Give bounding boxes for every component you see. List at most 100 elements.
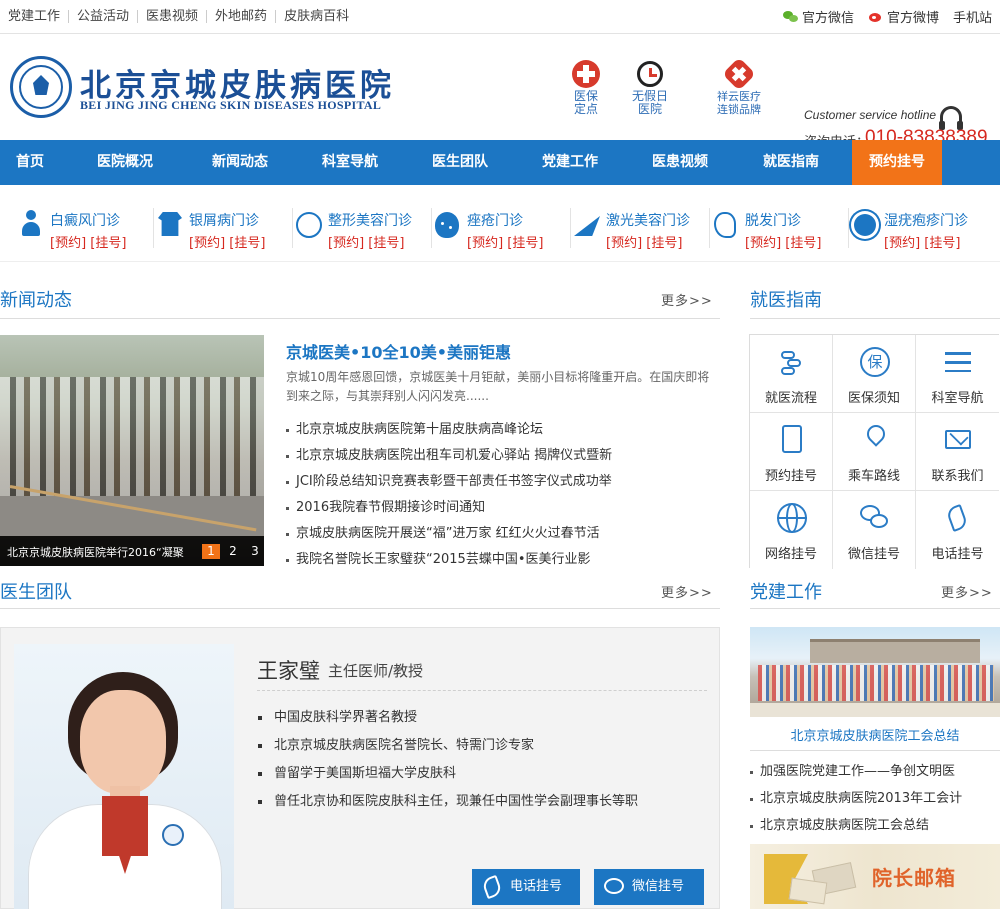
- dept-register-link[interactable]: [挂号]: [646, 236, 682, 251]
- dept-name[interactable]: 湿疣疱疹门诊: [884, 210, 968, 230]
- dept-register-link[interactable]: [挂号]: [368, 236, 404, 251]
- dept-book-link[interactable]: [预约]: [189, 236, 225, 251]
- party-item[interactable]: 北京京城皮肤病医院2013年工会计: [750, 785, 962, 812]
- news-item[interactable]: 京城皮肤病医院开展送“福”进万家 红红火火过春节活: [286, 521, 720, 547]
- dept-name[interactable]: 白癜风门诊: [50, 210, 120, 230]
- dept-book-link[interactable]: [预约]: [606, 236, 642, 251]
- dept-name[interactable]: 整形美容门诊: [328, 210, 412, 230]
- guide-route[interactable]: 乘车路线: [833, 413, 916, 491]
- party-item[interactable]: 北京京城皮肤病医院工会总结: [750, 812, 962, 839]
- dept-book-link[interactable]: [预约]: [328, 236, 364, 251]
- top-link-party[interactable]: 党建工作: [8, 10, 68, 23]
- dept-name[interactable]: 痤疮门诊: [467, 210, 523, 230]
- guide-phone-register[interactable]: 电话挂号: [916, 491, 999, 569]
- hospital-seal-logo[interactable]: [10, 56, 72, 118]
- nav-videos[interactable]: 医患视频: [630, 140, 730, 185]
- news-featured-image[interactable]: 北京京城皮肤病医院举行2016“凝聚 1 2 3: [0, 335, 264, 566]
- nav-home[interactable]: 首页: [0, 140, 60, 185]
- guide-contact[interactable]: 联系我们: [916, 413, 999, 491]
- news-item[interactable]: 北京京城皮肤病医院出租车司机爱心驿站 揭牌仪式暨新: [286, 443, 720, 469]
- guide-departments[interactable]: 科室导航: [916, 335, 999, 413]
- dept-warts-herpes[interactable]: 湿疣疱疹门诊 [预约] [挂号]: [850, 204, 980, 251]
- news-item[interactable]: 2016我院春节假期接诊时间通知: [286, 495, 720, 521]
- guide-online-register[interactable]: 网络挂号: [750, 491, 833, 569]
- doctors-more-link[interactable]: 更多>>: [661, 582, 713, 601]
- divider: [292, 208, 293, 248]
- mobile-site-link[interactable]: 手机站: [953, 7, 992, 26]
- news-featured-title[interactable]: 京城医美•10全10美•美丽钜惠: [286, 339, 511, 363]
- mobile-site-label: 手机站: [952, 11, 992, 26]
- party-featured-image[interactable]: [750, 627, 1000, 717]
- official-weibo-label: 官方微博: [886, 11, 939, 26]
- official-wechat-label: 官方微信: [801, 11, 854, 26]
- news-section-title[interactable]: 新闻动态: [0, 286, 72, 312]
- dept-links: [预约] [挂号]: [606, 232, 682, 251]
- dept-hair-loss[interactable]: 脱发门诊 [预约] [挂号]: [711, 204, 849, 251]
- president-mailbox-banner[interactable]: 院长邮箱: [750, 844, 1000, 909]
- dept-register-link[interactable]: [挂号]: [507, 236, 543, 251]
- pager-page-2[interactable]: 2: [224, 544, 242, 559]
- official-wechat-link[interactable]: 官方微信: [782, 7, 854, 26]
- hair-head-icon: [711, 206, 741, 242]
- location-pin-icon: [860, 421, 890, 455]
- dept-name[interactable]: 脱发门诊: [745, 210, 801, 230]
- doctor-bio-item: 曾留学于美国斯坦福大学皮肤科: [258, 760, 638, 788]
- dept-register-link[interactable]: [挂号]: [229, 236, 265, 251]
- dept-book-link[interactable]: [预约]: [50, 236, 86, 251]
- doctor-name[interactable]: 王家璧: [257, 655, 320, 685]
- pager-page-1[interactable]: 1: [202, 544, 220, 559]
- nav-news[interactable]: 新闻动态: [190, 140, 290, 185]
- nav-about[interactable]: 医院概况: [60, 140, 190, 185]
- guide-insurance-label: 医保须知: [847, 391, 900, 406]
- face-icon: [294, 206, 324, 242]
- doctor-photo[interactable]: [14, 644, 234, 909]
- guide-insurance[interactable]: 保 医保须知: [833, 335, 916, 413]
- party-item[interactable]: 加强医院党建工作——争创文明医: [750, 758, 962, 785]
- dept-book-link[interactable]: [预约]: [467, 236, 503, 251]
- top-link-encyclopedia[interactable]: 皮肤病百科: [275, 10, 357, 23]
- nav-departments[interactable]: 科室导航: [290, 140, 410, 185]
- news-item[interactable]: 我院名誉院长王家璧获“2015芸蝶中国•医美行业影: [286, 547, 720, 573]
- dept-register-link[interactable]: [挂号]: [924, 236, 960, 251]
- guide-appointment[interactable]: 预约挂号: [750, 413, 833, 491]
- wechat-register-button[interactable]: 微信挂号: [594, 869, 704, 905]
- headset-icon: [939, 106, 963, 130]
- party-more-link[interactable]: 更多>>: [941, 582, 993, 601]
- dept-acne[interactable]: 痤疮门诊 [预约] [挂号]: [433, 204, 571, 251]
- phone-icon: [481, 874, 503, 900]
- doctors-section-title[interactable]: 医生团队: [0, 578, 72, 604]
- phone-register-button[interactable]: 电话挂号: [472, 869, 580, 905]
- divider: [153, 208, 154, 248]
- dept-laser[interactable]: 激光美容门诊 [预约] [挂号]: [572, 204, 710, 251]
- dept-register-link[interactable]: [挂号]: [90, 236, 126, 251]
- guide-grid: 就医流程 保 医保须知 科室导航 预约挂号 乘车路线 联系我们 网络挂号 微信挂…: [749, 334, 999, 569]
- dept-register-link[interactable]: [挂号]: [785, 236, 821, 251]
- top-link-mail-medicine[interactable]: 外地邮药: [206, 10, 275, 23]
- pager-page-3[interactable]: 3: [246, 544, 264, 559]
- guide-flow[interactable]: 就医流程: [750, 335, 833, 413]
- news-item[interactable]: 北京京城皮肤病医院第十届皮肤病高峰论坛: [286, 417, 720, 443]
- divider: [570, 208, 571, 248]
- dept-psoriasis[interactable]: 银屑病门诊 [预约] [挂号]: [155, 204, 293, 251]
- nav-doctors[interactable]: 医生团队: [410, 140, 510, 185]
- guide-section-title[interactable]: 就医指南: [750, 286, 822, 312]
- news-item[interactable]: JCI阶段总结知识竞赛表彰暨干部责任书签字仪式成功举: [286, 469, 720, 495]
- dept-book-link[interactable]: [预约]: [745, 236, 781, 251]
- news-image-caption[interactable]: 北京京城皮肤病医院举行2016“凝聚: [7, 544, 195, 560]
- top-link-charity[interactable]: 公益活动: [68, 10, 137, 23]
- dept-name[interactable]: 激光美容门诊: [606, 210, 690, 230]
- feature-chain-brand: 祥云医疗 连锁品牌: [708, 57, 770, 116]
- dept-plastic-surgery[interactable]: 整形美容门诊 [预约] [挂号]: [294, 204, 432, 251]
- dept-book-link[interactable]: [预约]: [884, 236, 920, 251]
- dept-name[interactable]: 银屑病门诊: [189, 210, 259, 230]
- nav-party[interactable]: 党建工作: [510, 140, 630, 185]
- dept-vitiligo[interactable]: 白癜风门诊 [预约] [挂号]: [16, 204, 154, 251]
- nav-appointment[interactable]: 预约挂号: [852, 140, 942, 185]
- nav-guide[interactable]: 就医指南: [730, 140, 852, 185]
- news-more-link[interactable]: 更多>>: [661, 290, 713, 309]
- top-link-videos[interactable]: 医患视频: [137, 10, 206, 23]
- party-section-title[interactable]: 党建工作: [750, 578, 822, 604]
- party-image-caption[interactable]: 北京京城皮肤病医院工会总结: [750, 725, 1000, 744]
- guide-wechat-register[interactable]: 微信挂号: [833, 491, 916, 569]
- official-weibo-link[interactable]: 官方微博: [868, 7, 939, 26]
